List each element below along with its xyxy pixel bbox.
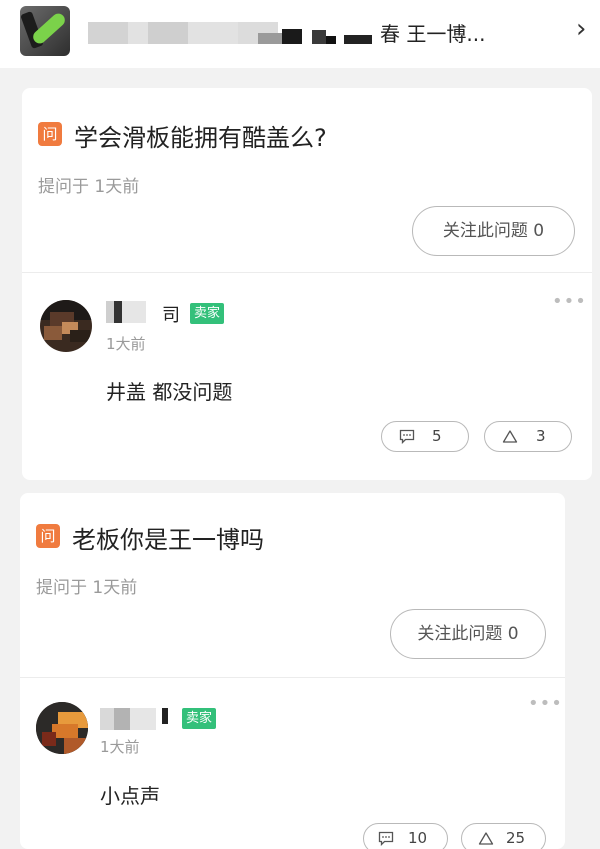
product-thumbnail[interactable] — [20, 6, 70, 56]
answer-time: 1大前 — [100, 738, 140, 756]
triangle-up-icon — [502, 430, 518, 443]
blurred-product-name — [88, 22, 378, 44]
comment-icon — [399, 429, 415, 444]
triangle-up-icon — [478, 832, 494, 845]
more-options-icon[interactable]: ••• — [528, 693, 563, 714]
comment-button[interactable]: 5 — [381, 421, 469, 452]
product-header[interactable]: 春 王一博... › — [0, 0, 600, 68]
like-count: 25 — [506, 829, 526, 847]
like-button[interactable]: 25 — [461, 823, 546, 849]
question-card: 问 学会滑板能拥有酷盖么? 提问于 1天前 关注此问题 0 司 卖家 1大前 •… — [22, 88, 592, 480]
comment-count: 5 — [432, 427, 442, 445]
blurred-author-name — [106, 301, 162, 325]
divider — [20, 677, 565, 678]
comment-button[interactable]: 10 — [363, 823, 448, 849]
answer-text: 小点声 — [100, 784, 160, 808]
divider — [22, 272, 592, 273]
more-options-icon[interactable]: ••• — [552, 291, 587, 312]
like-button[interactable]: 3 — [484, 421, 572, 452]
comment-icon — [378, 831, 394, 846]
chevron-right-icon[interactable]: › — [576, 14, 586, 44]
answer-time: 1大前 — [106, 335, 146, 353]
follow-question-button[interactable]: 关注此问题 0 — [412, 206, 575, 256]
question-icon: 问 — [38, 122, 62, 146]
blurred-author-name — [100, 708, 170, 732]
author-name[interactable]: 司 — [162, 301, 180, 327]
avatar[interactable] — [40, 300, 92, 352]
seller-badge: 卖家 — [190, 303, 225, 324]
question-meta: 提问于 1天前 — [36, 578, 138, 598]
question-title[interactable]: 老板你是王一博吗 — [72, 520, 264, 555]
question-title[interactable]: 学会滑板能拥有酷盖么? — [74, 118, 327, 153]
comment-count: 10 — [408, 829, 428, 847]
question-icon: 问 — [36, 524, 60, 548]
like-count: 3 — [536, 427, 546, 445]
seller-badge: 卖家 — [182, 708, 217, 729]
question-card: 问 老板你是王一博吗 提问于 1天前 关注此问题 0 卖家 1大前 ••• 小点… — [20, 493, 565, 849]
product-title: 春 王一博... — [380, 22, 486, 46]
avatar[interactable] — [36, 702, 88, 754]
answer-text: 井盖 都没问题 — [106, 380, 233, 404]
question-meta: 提问于 1天前 — [38, 177, 140, 197]
follow-question-button[interactable]: 关注此问题 0 — [390, 609, 546, 659]
